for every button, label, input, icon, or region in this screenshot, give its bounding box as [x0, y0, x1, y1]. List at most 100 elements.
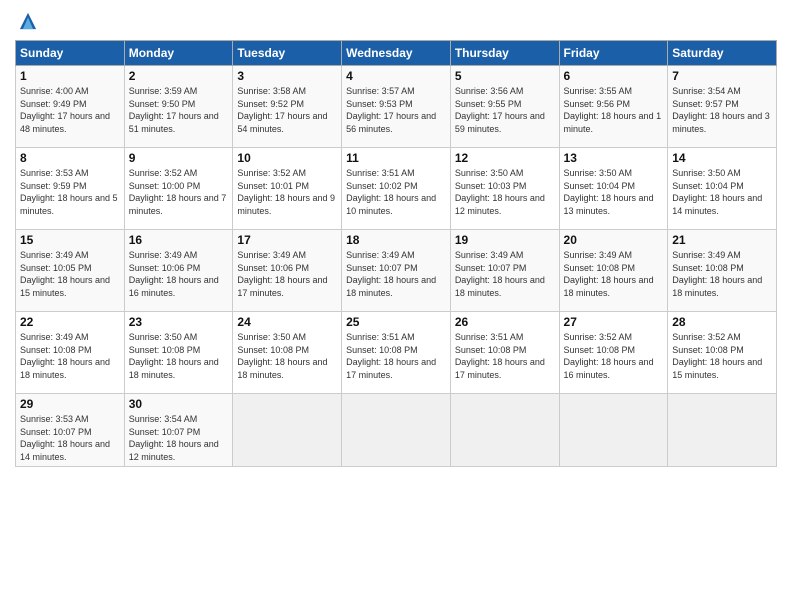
calendar-cell: 11 Sunrise: 3:51 AM Sunset: 10:02 PM Day… — [342, 148, 451, 230]
calendar-week-3: 15 Sunrise: 3:49 AM Sunset: 10:05 PM Day… — [16, 230, 777, 312]
cell-info: Sunrise: 3:49 AM Sunset: 10:08 PM Daylig… — [672, 249, 772, 299]
calendar-cell: 28 Sunrise: 3:52 AM Sunset: 10:08 PM Day… — [668, 312, 777, 394]
day-number: 20 — [564, 233, 664, 247]
cell-info: Sunrise: 3:54 AM Sunset: 10:07 PM Daylig… — [129, 413, 229, 463]
cell-info: Sunrise: 3:52 AM Sunset: 10:01 PM Daylig… — [237, 167, 337, 217]
cell-info: Sunrise: 3:52 AM Sunset: 10:08 PM Daylig… — [672, 331, 772, 381]
cell-info: Sunrise: 3:53 AM Sunset: 10:07 PM Daylig… — [20, 413, 120, 463]
calendar-cell: 25 Sunrise: 3:51 AM Sunset: 10:08 PM Day… — [342, 312, 451, 394]
cell-info: Sunrise: 3:49 AM Sunset: 10:06 PM Daylig… — [129, 249, 229, 299]
calendar-cell: 8 Sunrise: 3:53 AM Sunset: 9:59 PM Dayli… — [16, 148, 125, 230]
page: SundayMondayTuesdayWednesdayThursdayFrid… — [0, 0, 792, 612]
calendar-cell: 19 Sunrise: 3:49 AM Sunset: 10:07 PM Day… — [450, 230, 559, 312]
logo-icon — [17, 10, 39, 32]
calendar-header-friday: Friday — [559, 41, 668, 66]
day-number: 17 — [237, 233, 337, 247]
day-number: 14 — [672, 151, 772, 165]
day-number: 28 — [672, 315, 772, 329]
calendar-header-row: SundayMondayTuesdayWednesdayThursdayFrid… — [16, 41, 777, 66]
day-number: 21 — [672, 233, 772, 247]
cell-info: Sunrise: 4:00 AM Sunset: 9:49 PM Dayligh… — [20, 85, 120, 135]
calendar-cell: 13 Sunrise: 3:50 AM Sunset: 10:04 PM Day… — [559, 148, 668, 230]
calendar-cell: 5 Sunrise: 3:56 AM Sunset: 9:55 PM Dayli… — [450, 66, 559, 148]
calendar-cell: 7 Sunrise: 3:54 AM Sunset: 9:57 PM Dayli… — [668, 66, 777, 148]
cell-info: Sunrise: 3:49 AM Sunset: 10:06 PM Daylig… — [237, 249, 337, 299]
cell-info: Sunrise: 3:59 AM Sunset: 9:50 PM Dayligh… — [129, 85, 229, 135]
calendar-header-saturday: Saturday — [668, 41, 777, 66]
header — [15, 10, 777, 32]
calendar-table: SundayMondayTuesdayWednesdayThursdayFrid… — [15, 40, 777, 467]
calendar-cell: 14 Sunrise: 3:50 AM Sunset: 10:04 PM Day… — [668, 148, 777, 230]
day-number: 23 — [129, 315, 229, 329]
cell-info: Sunrise: 3:58 AM Sunset: 9:52 PM Dayligh… — [237, 85, 337, 135]
calendar-cell: 30 Sunrise: 3:54 AM Sunset: 10:07 PM Day… — [124, 394, 233, 467]
calendar-cell: 6 Sunrise: 3:55 AM Sunset: 9:56 PM Dayli… — [559, 66, 668, 148]
day-number: 3 — [237, 69, 337, 83]
day-number: 11 — [346, 151, 446, 165]
calendar-week-4: 22 Sunrise: 3:49 AM Sunset: 10:08 PM Day… — [16, 312, 777, 394]
calendar-week-1: 1 Sunrise: 4:00 AM Sunset: 9:49 PM Dayli… — [16, 66, 777, 148]
cell-info: Sunrise: 3:49 AM Sunset: 10:08 PM Daylig… — [564, 249, 664, 299]
day-number: 7 — [672, 69, 772, 83]
calendar-header-wednesday: Wednesday — [342, 41, 451, 66]
cell-info: Sunrise: 3:54 AM Sunset: 9:57 PM Dayligh… — [672, 85, 772, 135]
day-number: 2 — [129, 69, 229, 83]
cell-info: Sunrise: 3:55 AM Sunset: 9:56 PM Dayligh… — [564, 85, 664, 135]
calendar-header-thursday: Thursday — [450, 41, 559, 66]
cell-info: Sunrise: 3:53 AM Sunset: 9:59 PM Dayligh… — [20, 167, 120, 217]
day-number: 29 — [20, 397, 120, 411]
calendar-cell: 18 Sunrise: 3:49 AM Sunset: 10:07 PM Day… — [342, 230, 451, 312]
calendar-cell: 17 Sunrise: 3:49 AM Sunset: 10:06 PM Day… — [233, 230, 342, 312]
cell-info: Sunrise: 3:49 AM Sunset: 10:08 PM Daylig… — [20, 331, 120, 381]
day-number: 4 — [346, 69, 446, 83]
day-number: 18 — [346, 233, 446, 247]
cell-info: Sunrise: 3:52 AM Sunset: 10:00 PM Daylig… — [129, 167, 229, 217]
calendar-header-tuesday: Tuesday — [233, 41, 342, 66]
calendar-cell: 15 Sunrise: 3:49 AM Sunset: 10:05 PM Day… — [16, 230, 125, 312]
calendar-cell — [559, 394, 668, 467]
logo — [15, 10, 39, 32]
calendar-cell: 12 Sunrise: 3:50 AM Sunset: 10:03 PM Day… — [450, 148, 559, 230]
cell-info: Sunrise: 3:50 AM Sunset: 10:08 PM Daylig… — [237, 331, 337, 381]
calendar-cell: 16 Sunrise: 3:49 AM Sunset: 10:06 PM Day… — [124, 230, 233, 312]
calendar-cell: 24 Sunrise: 3:50 AM Sunset: 10:08 PM Day… — [233, 312, 342, 394]
day-number: 12 — [455, 151, 555, 165]
calendar-header-sunday: Sunday — [16, 41, 125, 66]
day-number: 13 — [564, 151, 664, 165]
cell-info: Sunrise: 3:50 AM Sunset: 10:03 PM Daylig… — [455, 167, 555, 217]
cell-info: Sunrise: 3:57 AM Sunset: 9:53 PM Dayligh… — [346, 85, 446, 135]
calendar-cell: 26 Sunrise: 3:51 AM Sunset: 10:08 PM Day… — [450, 312, 559, 394]
day-number: 30 — [129, 397, 229, 411]
cell-info: Sunrise: 3:56 AM Sunset: 9:55 PM Dayligh… — [455, 85, 555, 135]
day-number: 27 — [564, 315, 664, 329]
calendar-cell — [450, 394, 559, 467]
day-number: 26 — [455, 315, 555, 329]
day-number: 25 — [346, 315, 446, 329]
day-number: 10 — [237, 151, 337, 165]
cell-info: Sunrise: 3:49 AM Sunset: 10:05 PM Daylig… — [20, 249, 120, 299]
calendar-cell: 9 Sunrise: 3:52 AM Sunset: 10:00 PM Dayl… — [124, 148, 233, 230]
calendar-cell: 29 Sunrise: 3:53 AM Sunset: 10:07 PM Day… — [16, 394, 125, 467]
cell-info: Sunrise: 3:49 AM Sunset: 10:07 PM Daylig… — [346, 249, 446, 299]
calendar-header-monday: Monday — [124, 41, 233, 66]
cell-info: Sunrise: 3:50 AM Sunset: 10:04 PM Daylig… — [564, 167, 664, 217]
cell-info: Sunrise: 3:52 AM Sunset: 10:08 PM Daylig… — [564, 331, 664, 381]
calendar-cell: 4 Sunrise: 3:57 AM Sunset: 9:53 PM Dayli… — [342, 66, 451, 148]
calendar-cell — [342, 394, 451, 467]
cell-info: Sunrise: 3:51 AM Sunset: 10:08 PM Daylig… — [346, 331, 446, 381]
calendar-cell: 21 Sunrise: 3:49 AM Sunset: 10:08 PM Day… — [668, 230, 777, 312]
day-number: 5 — [455, 69, 555, 83]
cell-info: Sunrise: 3:50 AM Sunset: 10:04 PM Daylig… — [672, 167, 772, 217]
calendar-cell: 20 Sunrise: 3:49 AM Sunset: 10:08 PM Day… — [559, 230, 668, 312]
day-number: 9 — [129, 151, 229, 165]
day-number: 6 — [564, 69, 664, 83]
calendar-cell: 2 Sunrise: 3:59 AM Sunset: 9:50 PM Dayli… — [124, 66, 233, 148]
calendar-week-5: 29 Sunrise: 3:53 AM Sunset: 10:07 PM Day… — [16, 394, 777, 467]
cell-info: Sunrise: 3:49 AM Sunset: 10:07 PM Daylig… — [455, 249, 555, 299]
calendar-cell: 22 Sunrise: 3:49 AM Sunset: 10:08 PM Day… — [16, 312, 125, 394]
calendar-cell — [233, 394, 342, 467]
day-number: 19 — [455, 233, 555, 247]
day-number: 22 — [20, 315, 120, 329]
day-number: 1 — [20, 69, 120, 83]
day-number: 16 — [129, 233, 229, 247]
